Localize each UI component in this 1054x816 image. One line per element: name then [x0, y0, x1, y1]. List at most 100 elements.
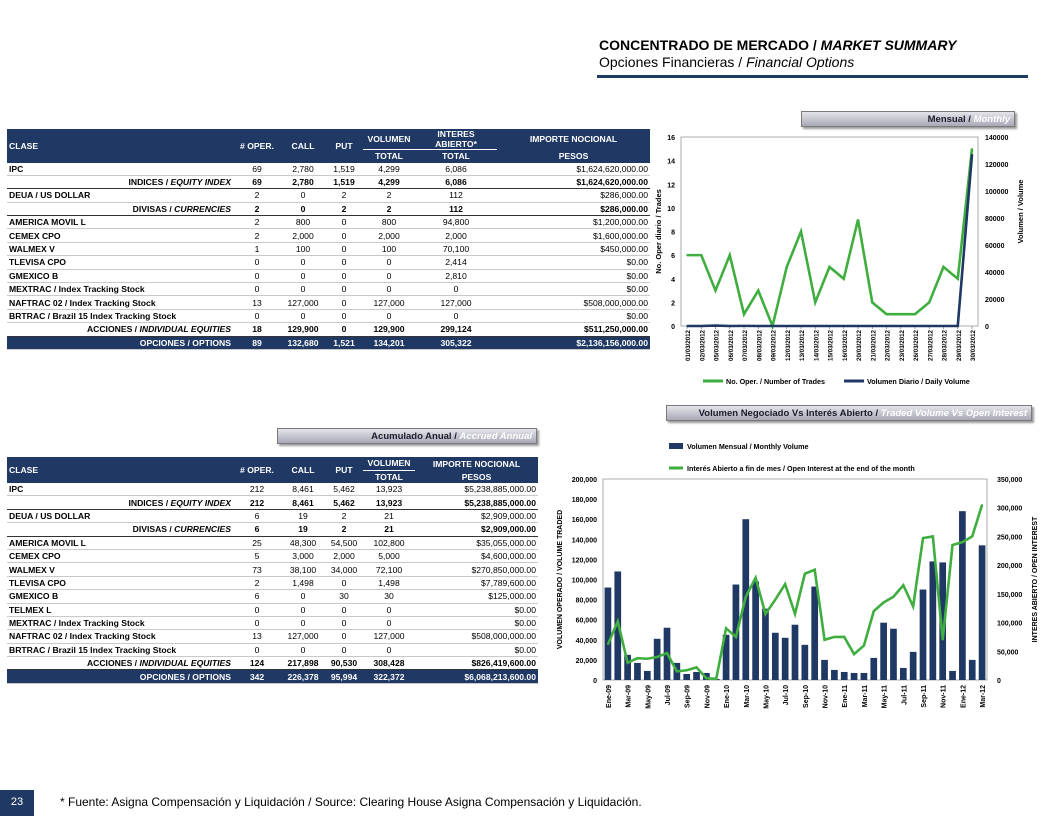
- data-point: [744, 595, 747, 598]
- x-tick-label: Nov-10: [823, 685, 830, 708]
- y2-tick-label: 0: [997, 678, 1001, 685]
- data-point: [686, 254, 688, 256]
- cell-put: 0: [325, 242, 363, 257]
- data-point: [636, 657, 639, 659]
- cell-clase: AMERICA MOVIL L: [7, 215, 233, 230]
- cell-total-label: OPCIONES / OPTIONS: [7, 336, 233, 350]
- data-point: [700, 254, 703, 256]
- table-row: CEMEX CPO 5 3,000 2,000 5,000 $4,600,000.00: [7, 549, 538, 564]
- y2-tick-label: 150,000: [997, 592, 1022, 599]
- cell-oper: 2: [233, 215, 281, 230]
- cell-imp: $125,000.00: [415, 589, 538, 604]
- y-axis-label: VOLUMEN OPERADO / VOLUME TRADED: [557, 510, 564, 649]
- cell-oper: 0: [233, 269, 281, 284]
- subtotal-row: INDICES / EQUITY INDEX 212 8,461 5,462 13,92…: [7, 495, 538, 510]
- y-tick-label: 0: [671, 324, 675, 331]
- cell-call: 0: [281, 616, 325, 631]
- cell-vol: 13,923: [363, 495, 415, 510]
- cell-imp: $4,600,000.00: [415, 549, 538, 564]
- bar: [693, 671, 700, 680]
- tab-annual-en: Accrued Annual: [459, 431, 533, 442]
- table-row: BRTRAC / Brazil 15 Index Tracking Stock 0…: [7, 643, 538, 658]
- page-number: 23: [0, 790, 34, 816]
- table-row: NAFTRAC 02 / Index Tracking Stock 13 127,0…: [7, 295, 650, 310]
- cell-clase: NAFTRAC 02 / Index Tracking Stock: [7, 629, 233, 644]
- cell-oper: 5: [233, 549, 281, 564]
- cell-oper: 0: [233, 616, 281, 631]
- cell-call: 48,300: [281, 536, 325, 550]
- subtotal-label-es: INDICES /: [128, 497, 171, 508]
- x-tick-label: Nov-09: [704, 685, 711, 708]
- cell-clase: MEXTRAC / Index Tracking Stock: [7, 616, 233, 631]
- title-es: CONCENTRADO DE MERCADO /: [599, 37, 821, 53]
- col-put: PUT: [325, 129, 363, 163]
- data-point: [714, 324, 717, 327]
- cell-oper: 2: [233, 228, 281, 243]
- page-title: CONCENTRADO DE MERCADO / MARKET SUMMARY: [599, 37, 957, 54]
- col-volumen-total: TOTAL: [363, 149, 415, 163]
- data-point: [857, 218, 859, 221]
- cell-vol: 1,498: [363, 576, 415, 591]
- data-point: [700, 325, 703, 327]
- data-point: [743, 325, 745, 327]
- cell-ia: 0: [415, 282, 497, 297]
- x-tick-label: 16/03/2012: [842, 329, 849, 361]
- cell-clase: TELMEX L: [7, 603, 233, 617]
- y-tick-label: 140,000: [572, 537, 597, 544]
- data-point: [757, 289, 760, 292]
- monthly-table-header: CLASE # OPER. CALL PUT VOLUMEN INTERES A…: [7, 129, 650, 163]
- cell-put: 1,521: [325, 336, 363, 350]
- table-row: WALMEX V 73 38,100 34,000 72,100 $270,850,000…: [7, 562, 538, 577]
- tab-monthly: Mensual / Monthly: [801, 111, 1015, 127]
- cell-put: 0: [325, 228, 363, 243]
- cell-vol: 127,000: [363, 629, 415, 644]
- cell-oper: 0: [233, 643, 281, 658]
- tab-volume-oi-es: Volumen Negociado Vs Interés Abierto /: [698, 408, 881, 419]
- cell-call: 127,000: [281, 295, 325, 310]
- y2-tick-label: 50,000: [997, 649, 1019, 656]
- x-tick-label: 15/03/2012: [828, 329, 835, 361]
- y-tick-label: 0: [593, 678, 597, 685]
- subtotal-row: ACCIONES / INDIVIDUAL EQUITIES 124 217,898…: [7, 656, 538, 671]
- cell-imp: $270,850,000.00: [415, 562, 538, 577]
- x-tick-label: Nov-11: [941, 685, 948, 708]
- col-clase: CLASE: [7, 457, 233, 483]
- data-point: [728, 254, 731, 256]
- cell-oper: 0: [233, 603, 281, 617]
- cell-imp: $7,789,600.00: [415, 576, 538, 591]
- cell-ia: 305,322: [415, 336, 497, 350]
- y2-tick-label: 0: [985, 324, 989, 331]
- cell-clase: TLEVISA CPO: [7, 576, 233, 591]
- y2-tick-label: 140000: [985, 135, 1008, 142]
- cell-ia: 2,000: [415, 228, 497, 243]
- cell-call: 2,780: [281, 175, 325, 190]
- cell-clase: IPC: [7, 162, 233, 176]
- x-tick-label: Mar-09: [626, 685, 633, 708]
- y2-tick-label: 120000: [985, 162, 1008, 169]
- cell-oper: 212: [233, 495, 281, 510]
- y-tick-label: 160,000: [572, 517, 597, 524]
- cell-call: 0: [281, 603, 325, 617]
- x-tick-label: May-10: [763, 685, 770, 709]
- y2-tick-label: 350,000: [997, 477, 1022, 484]
- data-point: [823, 639, 826, 641]
- data-point: [899, 325, 902, 327]
- cell-ia: 6,086: [415, 162, 497, 176]
- legend-label-volume: Volumen Diario / Daily Volume: [867, 377, 970, 386]
- cell-imp: $6,068,213,600.00: [415, 669, 538, 684]
- data-point: [956, 325, 959, 327]
- cell-imp: $0.00: [415, 643, 538, 658]
- cell-call: 800: [281, 215, 325, 230]
- y2-tick-label: 250,000: [997, 534, 1022, 541]
- cell-oper: 212: [233, 483, 281, 497]
- y-tick-label: 200,000: [572, 477, 597, 484]
- table-row: DEUA / US DOLLAR 6 19 2 21 $2,909,000.00: [7, 509, 538, 524]
- total-row: OPCIONES / OPTIONS 89 132,680 1,521 134,201 3…: [7, 336, 650, 350]
- tab-annual-es: Acumulado Anual /: [371, 431, 460, 442]
- monthly-table-body: IPC 69 2,780 1,519 4,299 6,086 $1,624,620,000.…: [7, 162, 650, 350]
- col-put: PUT: [325, 457, 363, 483]
- table-row: GMEXICO B 0 0 0 0 2,810 $0.00: [7, 269, 650, 284]
- cell-clase: GMEXICO B: [7, 589, 233, 604]
- cell-imp: $1,600,000.00: [497, 228, 650, 243]
- cell-imp: $2,136,156,000.00: [497, 336, 650, 350]
